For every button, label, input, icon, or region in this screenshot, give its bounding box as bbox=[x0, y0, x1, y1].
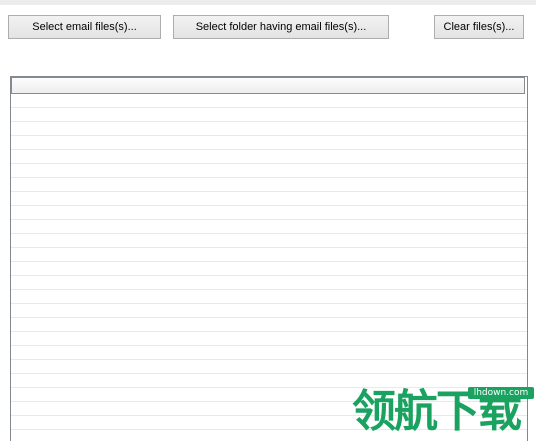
watermark-logo: 领航下载 lhdown.com bbox=[350, 382, 536, 441]
watermark-url: lhdown.com bbox=[468, 387, 534, 399]
list-column-header[interactable] bbox=[11, 77, 525, 94]
select-folder-button[interactable]: Select folder having email files(s)... bbox=[173, 15, 389, 39]
top-strip bbox=[0, 0, 536, 5]
select-email-files-button[interactable]: Select email files(s)... bbox=[8, 15, 161, 39]
clear-files-button[interactable]: Clear files(s)... bbox=[434, 15, 524, 39]
